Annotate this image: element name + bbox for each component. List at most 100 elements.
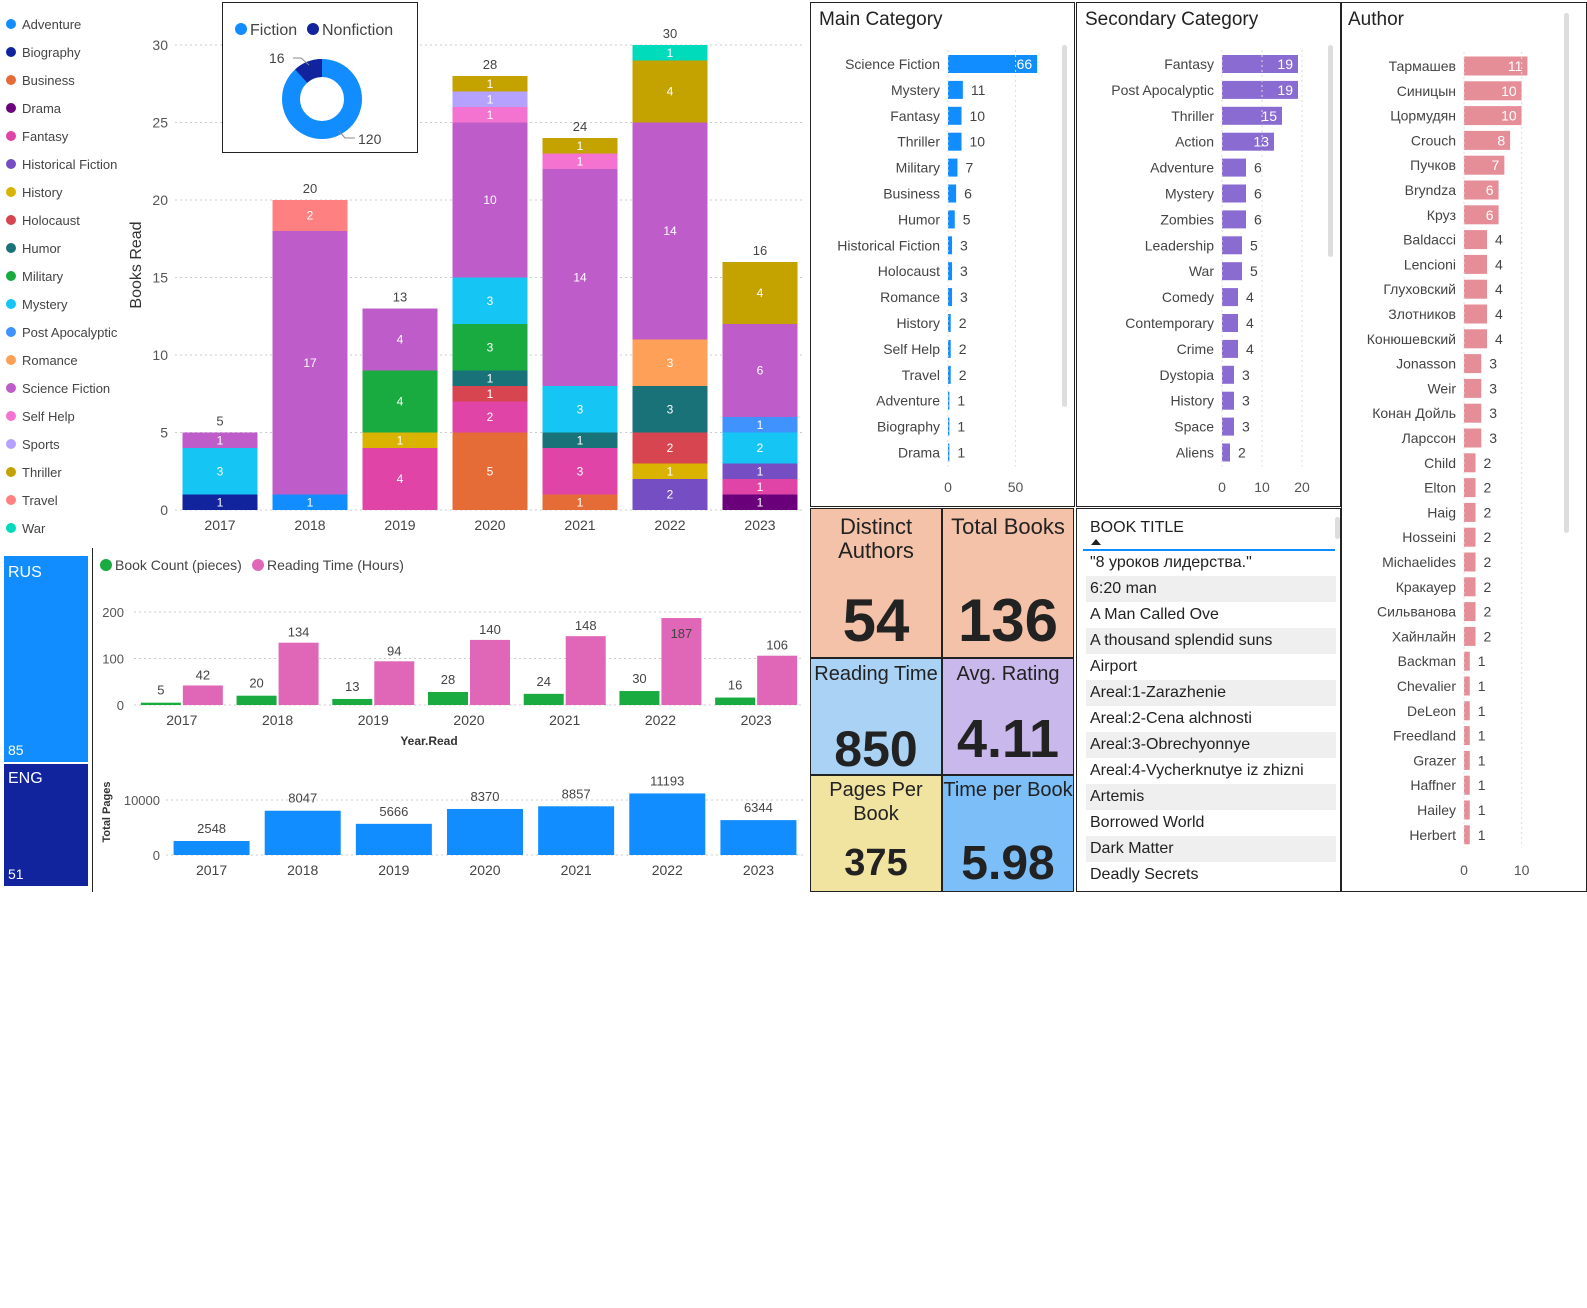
reading-time-bar: [374, 661, 415, 705]
legend-item[interactable]: Adventure: [0, 10, 125, 38]
total-pages-bar: [173, 840, 250, 855]
category-label: Chevalier: [1397, 678, 1456, 694]
segment-data-label: 4: [397, 395, 404, 409]
legend-item[interactable]: History: [0, 178, 125, 206]
language-tile-rus[interactable]: RUS 85: [4, 556, 88, 762]
sort-ascending-icon[interactable]: [1091, 539, 1101, 545]
x-tick-label: 10: [1514, 862, 1530, 878]
segment-data-label: 2: [667, 488, 674, 502]
category-label: Weir: [1427, 380, 1456, 396]
legend-item[interactable]: Thriller: [0, 458, 125, 486]
legend-dot-icon: [6, 187, 16, 197]
legend-item[interactable]: Post Apocalyptic: [0, 318, 125, 346]
kpi-pages-per-book-label: Pages Per Book: [829, 779, 923, 825]
table-row[interactable]: Dark Matter: [1086, 836, 1336, 862]
legend-item[interactable]: Science Fiction: [0, 374, 125, 402]
legend-label: Business: [22, 72, 75, 88]
category-label: Zombies: [1160, 211, 1214, 227]
book-title-header[interactable]: BOOK TITLE: [1090, 519, 1184, 537]
segment-data-label: 4: [397, 333, 404, 347]
x-tick-label: 2020: [469, 862, 500, 878]
bar: [948, 80, 963, 99]
segment-data-label: 5: [487, 464, 494, 478]
total-data-label: 5: [216, 414, 223, 429]
language-rus-value: 85: [8, 742, 24, 758]
category-label: Lencioni: [1404, 256, 1456, 272]
kpi-reading-time-label: Reading Time: [814, 663, 938, 685]
bar-data-label: 1: [1478, 777, 1486, 793]
category-label: Science Fiction: [845, 56, 940, 72]
kpi-distinct-authors: Distinct Authors 54: [810, 508, 942, 658]
bar: [1464, 230, 1488, 250]
table-row[interactable]: 6:20 man: [1086, 576, 1336, 602]
x-tick-label: 0: [1218, 479, 1226, 495]
bar: [1464, 676, 1470, 696]
reading-time-data-label: 140: [479, 622, 501, 637]
category-label: Business: [883, 186, 940, 202]
bar-data-label: 4: [1246, 289, 1254, 305]
language-eng-label: ENG: [8, 770, 43, 787]
author-scrollbar[interactable]: [1564, 13, 1569, 533]
legend-item[interactable]: War: [0, 514, 125, 542]
legend-item[interactable]: Self Help: [0, 402, 125, 430]
book-table-scrollbar[interactable]: [1335, 517, 1340, 539]
table-row[interactable]: Areal:3-Obrechyonnye: [1086, 732, 1336, 758]
x-tick-label: 2018: [262, 712, 293, 728]
legend-item[interactable]: Business: [0, 66, 125, 94]
language-tile-eng[interactable]: ENG 51: [4, 764, 88, 886]
table-row[interactable]: Borrowed World: [1086, 810, 1336, 836]
legend-item[interactable]: Humor: [0, 234, 125, 262]
legend-item[interactable]: Mystery: [0, 290, 125, 318]
legend-item[interactable]: Military: [0, 262, 125, 290]
legend-item[interactable]: Romance: [0, 346, 125, 374]
y-axis-title: Total Pages: [101, 782, 113, 843]
legend-item[interactable]: Biography: [0, 38, 125, 66]
bar-data-label: 10: [970, 108, 986, 124]
table-row[interactable]: Areal:1-Zarazhenie: [1086, 680, 1336, 706]
legend-item[interactable]: Historical Fiction: [0, 150, 125, 178]
bar-data-label: 10: [1501, 83, 1517, 99]
legend-label: Self Help: [22, 408, 75, 424]
y-tick-label: 100: [102, 652, 124, 667]
table-row[interactable]: Artemis: [1086, 784, 1336, 810]
category-label: Haffner: [1410, 777, 1456, 793]
y-tick-label: 0: [153, 848, 160, 863]
book-count-bar: [236, 695, 277, 705]
legend-item[interactable]: Sports: [0, 430, 125, 458]
legend-item[interactable]: Holocaust: [0, 206, 125, 234]
category-label: Travel: [902, 367, 940, 383]
legend-dot-icon: [6, 299, 16, 309]
table-row[interactable]: A Man Called Ove: [1086, 602, 1336, 628]
x-tick-label: 2023: [744, 517, 775, 533]
table-row[interactable]: Areal:4-Vycherknutye iz zhizni: [1086, 758, 1336, 784]
main-category-scrollbar[interactable]: [1062, 45, 1067, 407]
table-row[interactable]: A thousand splendid suns: [1086, 628, 1336, 654]
book-count-bar: [715, 697, 756, 705]
legend-item[interactable]: Fantasy: [0, 122, 125, 150]
bar: [1222, 417, 1234, 436]
legend-item[interactable]: Travel: [0, 486, 125, 514]
category-label: Contemporary: [1125, 315, 1214, 331]
table-row[interactable]: Deadly Secrets: [1086, 862, 1336, 888]
legend-label: Fantasy: [22, 128, 69, 144]
bar-data-label: 4: [1495, 256, 1503, 272]
bar-data-label: 3: [1489, 405, 1497, 421]
bar-data-label: 2: [1484, 579, 1492, 595]
secondary-category-scrollbar[interactable]: [1328, 45, 1333, 257]
legend-dot-icon: [6, 355, 16, 365]
bar-data-label: 2: [1484, 554, 1492, 570]
bar: [1464, 428, 1482, 448]
bar-data-label: 4: [1495, 232, 1503, 248]
table-row[interactable]: Areal:2-Cena alchnosti: [1086, 706, 1336, 732]
table-row[interactable]: "8 уроков лидерства.": [1086, 550, 1336, 576]
table-row[interactable]: Airport: [1086, 654, 1336, 680]
segment-data-label: 14: [573, 271, 587, 285]
segment-data-label: 1: [217, 495, 224, 509]
bar: [948, 106, 962, 125]
category-label: Thriller: [897, 134, 940, 150]
x-tick-label: 2022: [652, 862, 683, 878]
bar: [1464, 602, 1476, 622]
legend-item[interactable]: Drama: [0, 94, 125, 122]
x-tick-label: 2021: [549, 712, 580, 728]
segment-data-label: 1: [397, 433, 404, 447]
